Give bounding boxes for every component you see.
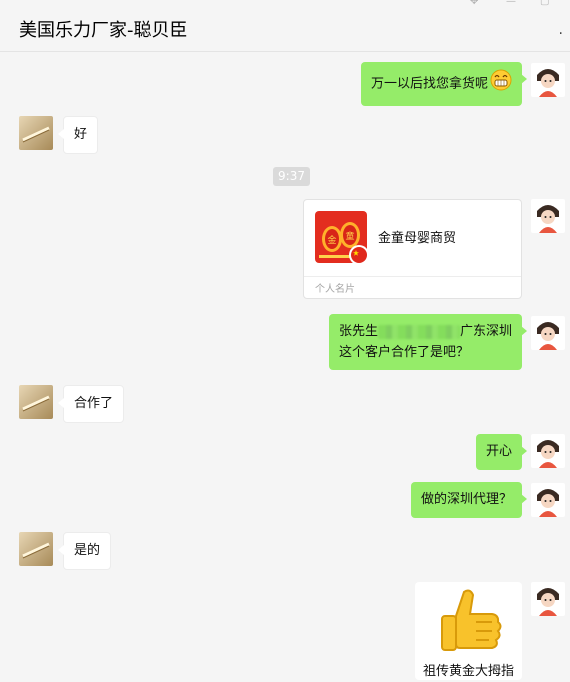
- received-message[interactable]: 好: [57, 116, 99, 154]
- message-text: 做的深圳代理？: [420, 492, 512, 507]
- chat-header: 美国乐力厂家-聪贝臣 ✥ — ▢ .: [0, 0, 570, 52]
- contact-avatar[interactable]: [19, 116, 53, 150]
- my-avatar[interactable]: [531, 63, 565, 97]
- my-avatar[interactable]: [531, 483, 565, 517]
- redacted-text: [377, 324, 460, 339]
- chat-title: 美国乐力厂家-聪贝臣: [19, 20, 188, 41]
- timestamp-badge: 9:37: [273, 167, 310, 186]
- message-text: 开心: [485, 444, 512, 459]
- message-text: 是的: [74, 543, 101, 558]
- message-text-prefix: 张先生: [338, 324, 378, 339]
- my-avatar[interactable]: [531, 199, 565, 233]
- sent-message[interactable]: 做的深圳代理？: [410, 482, 528, 518]
- more-options-button[interactable]: .: [559, 22, 564, 38]
- message-text-suffix: 广东深圳: [459, 324, 512, 339]
- china-flag-icon: [349, 245, 369, 265]
- my-avatar[interactable]: [531, 582, 565, 616]
- received-message[interactable]: 是的: [57, 532, 112, 570]
- thumbs-up-icon: [434, 586, 502, 660]
- my-avatar[interactable]: [531, 316, 565, 350]
- sent-message[interactable]: 开心: [475, 434, 528, 470]
- sent-message[interactable]: 张先生 广东深圳 这个客户合作了是吧？: [328, 314, 528, 370]
- sticker-caption: 祖传黄金大拇指: [422, 664, 514, 679]
- card-type-label: 个人名片: [315, 284, 355, 295]
- grin-face-icon: [490, 69, 512, 99]
- contact-avatar[interactable]: [19, 385, 53, 419]
- message-text: 万一以后找您拿货呢: [370, 76, 488, 92]
- message-text: 好: [74, 127, 88, 142]
- card-contact-name: 金童母婴商贸: [378, 231, 457, 246]
- pin-icon[interactable]: ✥: [470, 0, 478, 7]
- svg-text:金: 金: [327, 234, 336, 246]
- sticker-message[interactable]: 祖传黄金大拇指: [415, 582, 522, 680]
- card-divider: [304, 276, 521, 277]
- received-message[interactable]: 合作了: [57, 385, 125, 423]
- sent-message[interactable]: 万一以后找您拿货呢: [360, 62, 528, 106]
- contact-avatar[interactable]: [19, 532, 53, 566]
- my-avatar[interactable]: [531, 434, 565, 468]
- contact-card-message[interactable]: 金童 金童母婴商贸 个人名片: [303, 199, 522, 299]
- minimize-icon[interactable]: —: [506, 0, 516, 7]
- message-text-line2: 这个客户合作了是吧？: [338, 345, 469, 360]
- message-text: 合作了: [74, 396, 114, 411]
- close-icon[interactable]: ▢: [540, 0, 549, 7]
- svg-text:童: 童: [345, 230, 354, 242]
